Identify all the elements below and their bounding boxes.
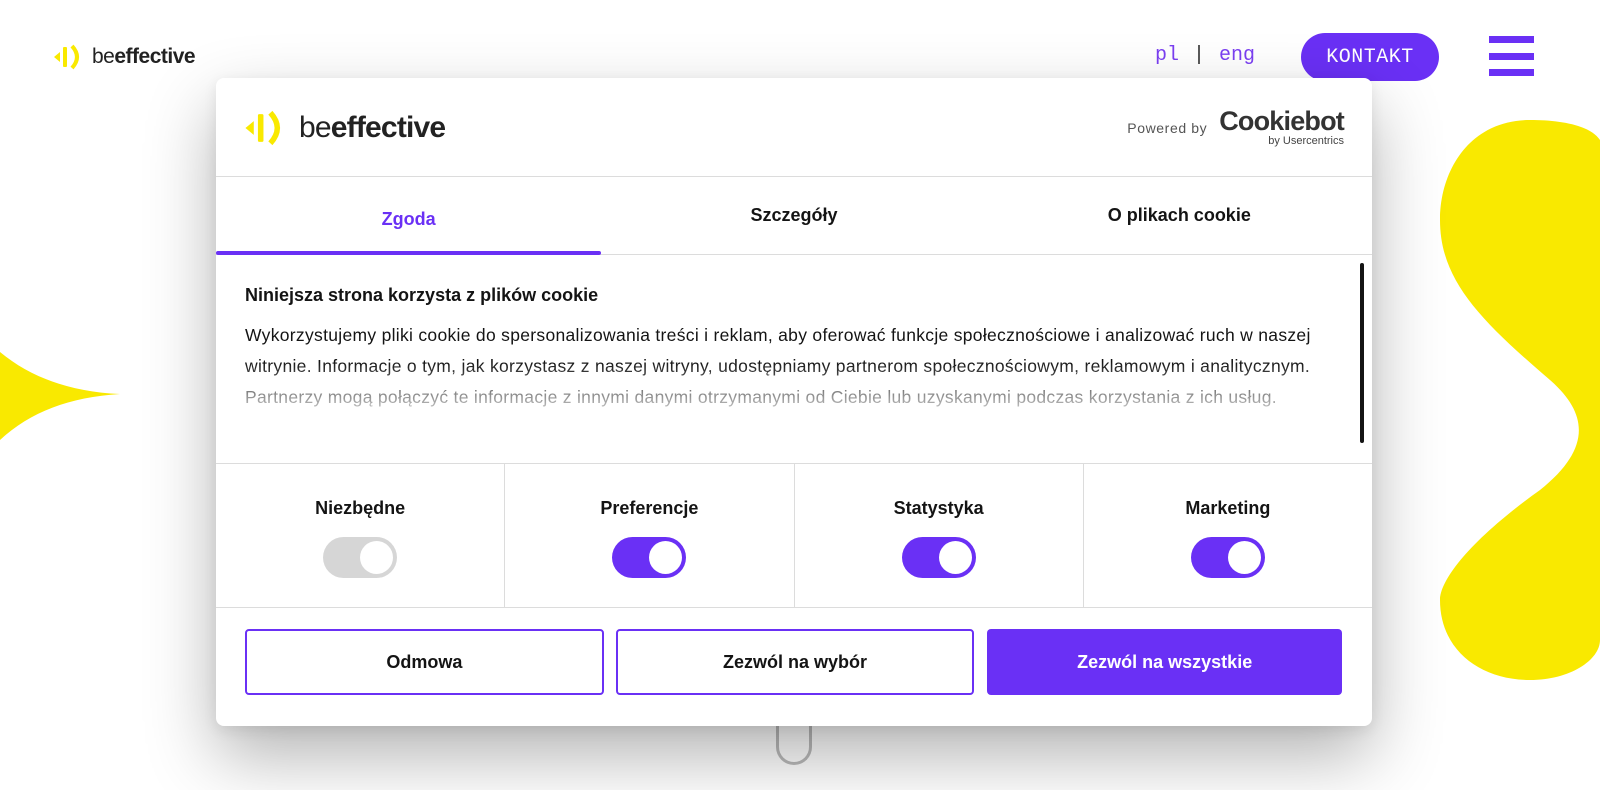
category-label: Marketing: [1185, 498, 1271, 518]
tab-o-plikach-cookie[interactable]: O plikach cookie: [987, 177, 1372, 254]
beeffective-logo-icon: [245, 110, 281, 146]
dialog-description: Wykorzystujemy pliki cookie do spersonal…: [245, 325, 1311, 407]
cookie-consent-dialog: beeffective Powered by Cookiebot by User…: [216, 78, 1372, 726]
niezbedne-toggle: [323, 537, 398, 578]
dialog-header: beeffective Powered by Cookiebot by User…: [216, 78, 1372, 177]
dialog-body-scrollbar[interactable]: [1360, 263, 1364, 443]
powered-by-label: Powered by: [1127, 119, 1208, 136]
language-switcher: pl | eng: [1155, 44, 1255, 67]
preferencje-toggle[interactable]: [612, 537, 687, 578]
allow-selection-button[interactable]: Zezwól na wybór: [615, 629, 975, 695]
dialog-tabs: Zgoda Szczegóły O plikach cookie: [216, 177, 1372, 255]
hamburger-menu-icon[interactable]: [1489, 36, 1534, 76]
language-separator: |: [1193, 44, 1206, 67]
dialog-body: Niniejsza strona korzysta z plików cooki…: [216, 255, 1372, 463]
category-statystyka: Statystyka: [795, 464, 1084, 607]
yellow-shape-left: [0, 352, 120, 440]
category-label: Statystyka: [893, 498, 984, 518]
dialog-actions: Odmowa Zezwól na wybór Zezwól na wszystk…: [216, 608, 1372, 695]
allow-all-button[interactable]: Zezwól na wszystkie: [987, 629, 1343, 695]
dialog-logo: beeffective: [245, 110, 446, 146]
category-label: Preferencje: [600, 498, 699, 518]
dialog-logo-text: beeffective: [299, 111, 446, 144]
tab-zgoda[interactable]: Zgoda: [216, 177, 602, 255]
site-logo-text: beeffective: [92, 45, 196, 68]
powered-by[interactable]: Powered by Cookiebot by Usercentrics: [1127, 106, 1345, 147]
category-niezbedne: Niezbędne: [216, 464, 506, 607]
cookie-categories: Niezbędne Preferencje Statystyka Marketi…: [216, 463, 1372, 608]
statystyka-toggle[interactable]: [901, 537, 976, 578]
cookiebot-logo: Cookiebot by Usercentrics: [1219, 106, 1345, 147]
category-preferencje: Preferencje: [505, 464, 795, 607]
language-eng[interactable]: eng: [1219, 44, 1255, 67]
marketing-toggle[interactable]: [1190, 537, 1265, 578]
contact-button[interactable]: KONTAKT: [1301, 33, 1439, 81]
category-label: Niezbędne: [315, 498, 406, 518]
tab-szczegoly[interactable]: Szczegóły: [601, 177, 986, 254]
yellow-shape-right: [1440, 120, 1600, 680]
beeffective-logo-icon: [54, 44, 79, 70]
category-marketing: Marketing: [1084, 464, 1372, 607]
deny-button[interactable]: Odmowa: [245, 629, 604, 695]
language-pl[interactable]: pl: [1155, 44, 1179, 67]
site-logo[interactable]: beeffective: [54, 42, 196, 72]
dialog-title: Niniejsza strona korzysta z plików cooki…: [245, 285, 599, 305]
